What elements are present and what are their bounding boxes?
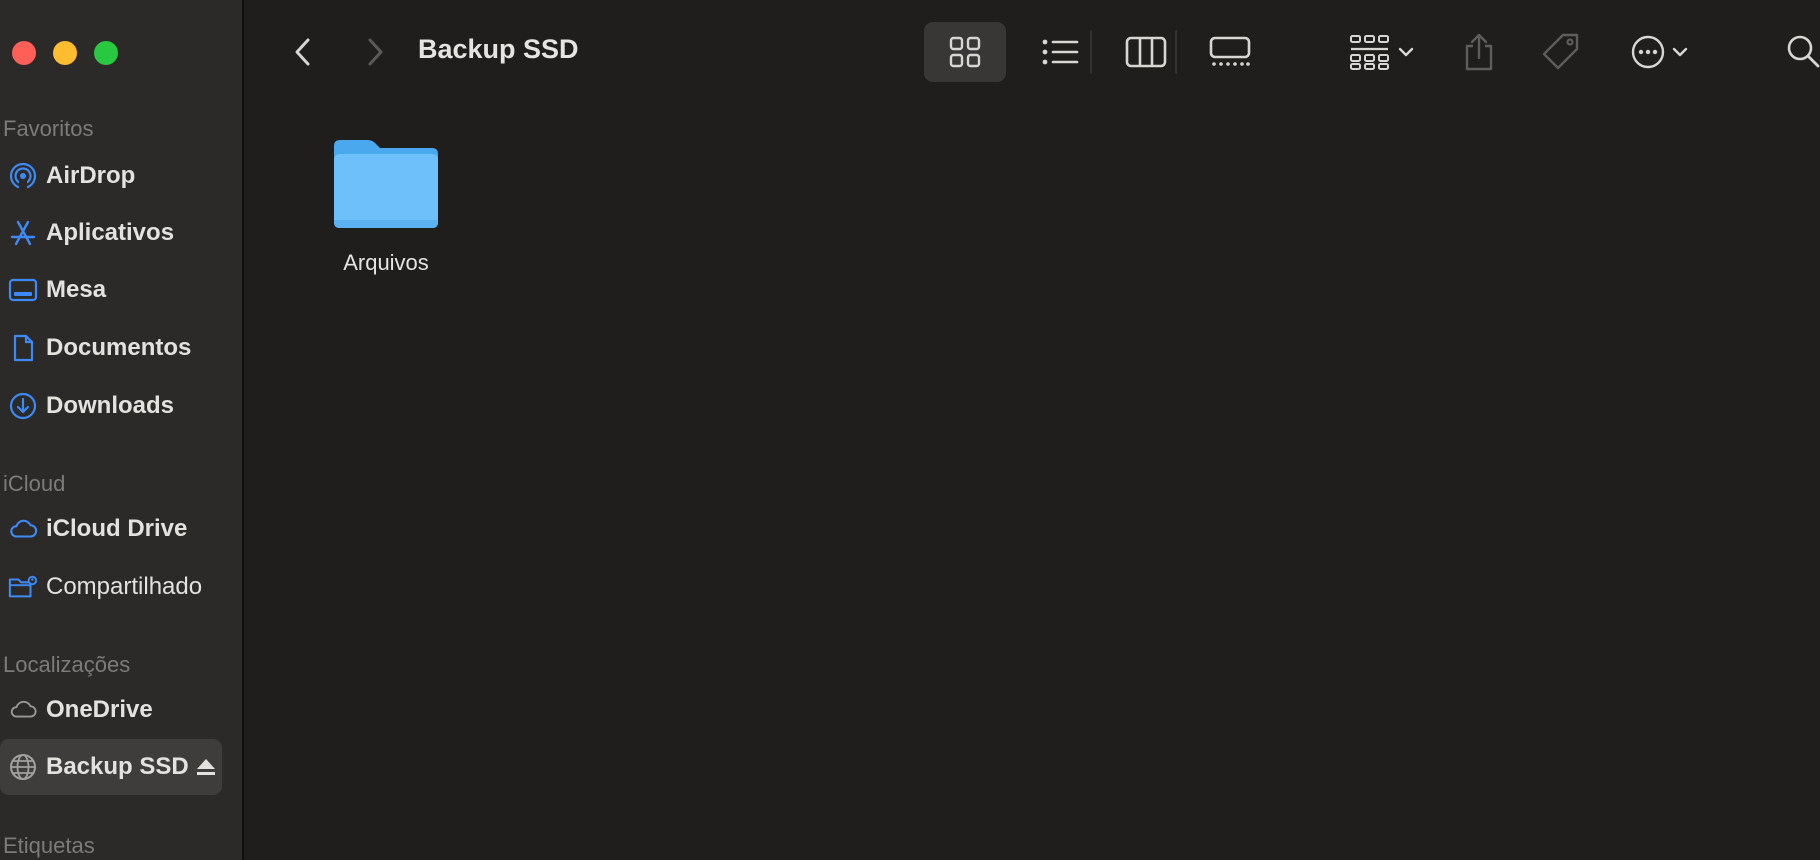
chevron-left-icon [295, 38, 310, 66]
sidebar-item-label: AirDrop [46, 162, 136, 189]
separator [1175, 30, 1177, 74]
back-button[interactable] [286, 32, 320, 72]
close-window-button[interactable] [12, 41, 36, 65]
chevron-down-icon [1398, 47, 1414, 57]
minimize-window-button[interactable] [53, 41, 77, 65]
file-browser-area: Arquivos [246, 104, 1820, 860]
search-button[interactable] [1786, 22, 1820, 82]
download-icon [8, 391, 38, 421]
sidebar-item-downloads[interactable]: Downloads [0, 378, 222, 434]
sidebar-item-label: Compartilhado [46, 573, 203, 600]
cloud-icon [8, 514, 38, 544]
sidebar-item-airdrop[interactable]: AirDrop [0, 148, 222, 204]
section-title-localizacoes: Localizações [3, 652, 131, 677]
tag-icon [1542, 33, 1579, 70]
sidebar-item-backup-ssd[interactable]: Backup SSD [0, 739, 222, 795]
group-by-button[interactable] [1341, 22, 1423, 82]
forward-button[interactable] [358, 32, 392, 72]
sidebar-item-documentos[interactable]: Documentos [0, 320, 222, 376]
shared-folder-icon [8, 572, 38, 602]
icon-view-button[interactable] [924, 22, 1006, 82]
tag-button[interactable] [1536, 22, 1586, 82]
folder-icon [334, 140, 438, 228]
airdrop-icon [8, 161, 38, 191]
cloud-outline-icon [8, 695, 38, 725]
chevron-right-icon [368, 38, 383, 66]
traffic-lights [12, 41, 118, 65]
sidebar-item-label: iCloud Drive [46, 515, 188, 542]
eject-icon[interactable] [195, 754, 217, 780]
separator [1090, 30, 1092, 74]
sidebar-item-compartilhado[interactable]: Compartilhado [0, 559, 222, 615]
sidebar: Favoritos AirDrop Aplicativos Mesa Docum… [0, 0, 244, 860]
section-title-icloud: iCloud [3, 471, 66, 496]
sidebar-item-label: OneDrive [46, 696, 153, 723]
sidebar-item-label: Downloads [46, 392, 175, 419]
list-icon [1042, 39, 1079, 65]
gallery-icon [1209, 36, 1251, 66]
sidebar-item-icloud-drive[interactable]: iCloud Drive [0, 501, 222, 557]
folder-name: Arquivos [343, 250, 429, 275]
window-title: Backup SSD [418, 34, 579, 64]
zoom-window-button[interactable] [94, 41, 118, 65]
share-button[interactable] [1454, 22, 1504, 82]
chevron-down-icon [1672, 47, 1688, 57]
list-view-button[interactable] [1024, 22, 1096, 82]
section-title-etiquetas: Etiquetas [3, 833, 95, 858]
sidebar-item-onedrive[interactable]: OneDrive [0, 682, 222, 738]
desktop-icon [8, 275, 38, 305]
search-icon [1787, 35, 1820, 68]
folder-item[interactable]: Arquivos [316, 136, 456, 276]
document-icon [8, 333, 38, 363]
sidebar-item-label: Backup SSD [46, 753, 189, 780]
column-view-button[interactable] [1110, 22, 1182, 82]
grid-icon [949, 36, 981, 68]
sidebar-item-label: Aplicativos [46, 219, 175, 246]
more-actions-button[interactable] [1624, 22, 1694, 82]
sidebar-item-aplicativos[interactable]: Aplicativos [0, 205, 222, 261]
sidebar-item-label: Mesa [46, 276, 107, 303]
share-icon [1465, 33, 1493, 71]
columns-icon [1125, 36, 1167, 68]
finder-window: Favoritos AirDrop Aplicativos Mesa Docum… [0, 0, 1820, 860]
globe-icon [8, 752, 38, 782]
gallery-view-button[interactable] [1194, 22, 1266, 82]
sidebar-item-mesa[interactable]: Mesa [0, 262, 222, 318]
group-grid-icon [1350, 35, 1389, 70]
ellipsis-circle-icon [1631, 35, 1665, 69]
section-title-favoritos: Favoritos [3, 116, 94, 141]
toolbar: Backup SSD [246, 0, 1820, 104]
sidebar-item-label: Documentos [46, 334, 192, 361]
applications-icon [8, 218, 38, 248]
